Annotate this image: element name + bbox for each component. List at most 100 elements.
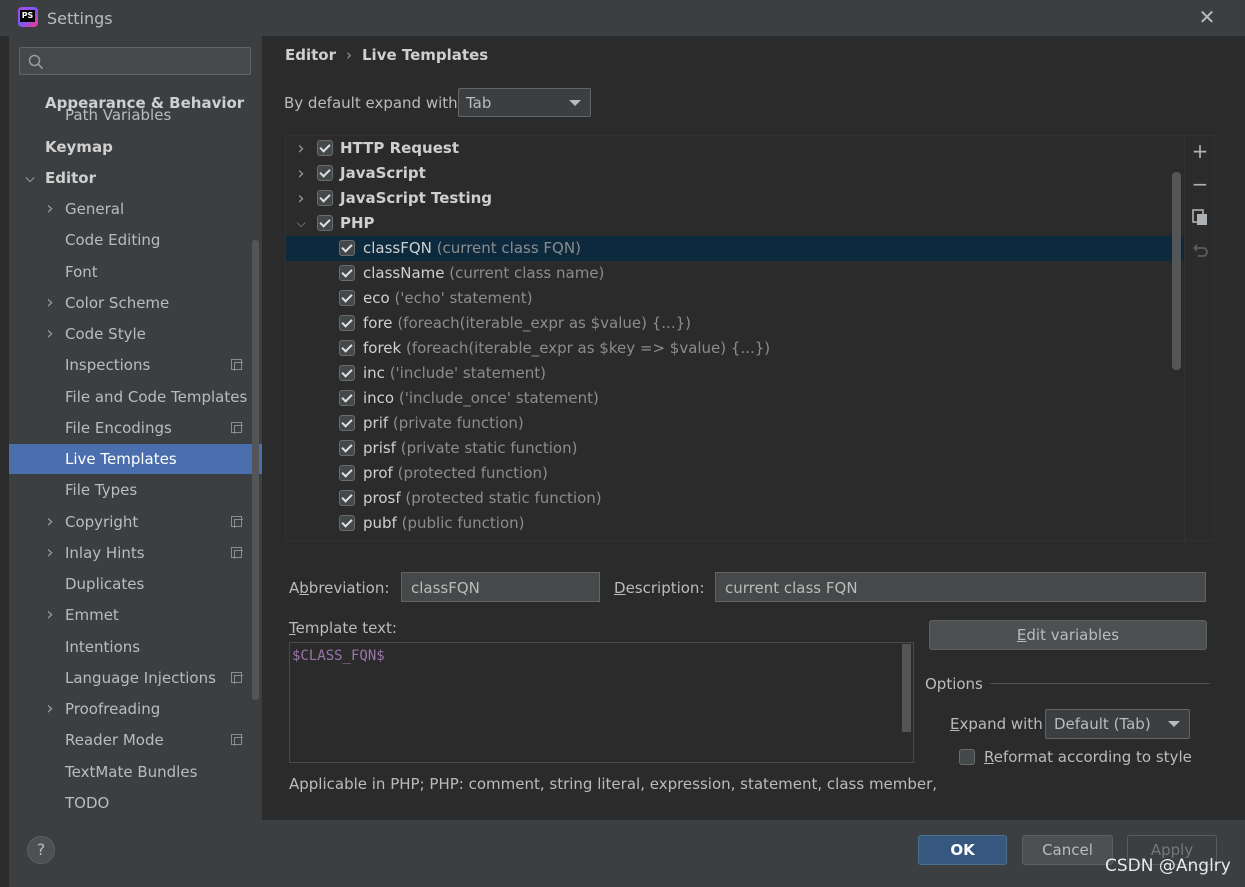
chevron-right-icon[interactable]: › — [43, 288, 57, 318]
add-icon[interactable]: + — [1190, 141, 1210, 161]
template-checkbox[interactable] — [339, 415, 355, 431]
template-checkbox[interactable] — [339, 540, 355, 541]
sidebar-item[interactable]: Code Editing — [9, 225, 262, 255]
help-button[interactable]: ? — [27, 836, 55, 864]
template-row[interactable]: prisf (private static function) — [286, 436, 1184, 461]
sidebar-item[interactable]: TextMate Bundles — [9, 757, 262, 787]
template-row[interactable]: prif (private function) — [286, 411, 1184, 436]
template-description: (current class FQN) — [436, 239, 581, 257]
sidebar-item-label: TODO — [65, 794, 110, 812]
group-checkbox[interactable] — [317, 215, 333, 231]
sidebar-tree: Appearance & Behavior Path Variables Keyma… — [9, 0, 262, 820]
template-row[interactable]: classFQN (current class FQN) — [286, 236, 1184, 261]
template-row[interactable]: eco ('echo' statement) — [286, 286, 1184, 311]
sidebar-item[interactable]: › Copyright — [9, 507, 262, 537]
sidebar-item-label: Language Injections — [65, 669, 216, 687]
sidebar-item[interactable]: Language Injections — [9, 663, 262, 693]
chevron-right-icon[interactable]: › — [295, 161, 307, 186]
template-checkbox[interactable] — [339, 440, 355, 456]
sidebar-item-label: Proofreading — [65, 700, 161, 718]
sidebar-item-label: Font — [65, 263, 98, 281]
sidebar-item[interactable]: TODO — [9, 788, 262, 818]
sidebar-item[interactable]: Font — [9, 257, 262, 287]
sidebar-item[interactable]: › General — [9, 194, 262, 224]
template-row[interactable]: fore (foreach(iterable_expr as $value) {… — [286, 311, 1184, 336]
sidebar-item[interactable]: ⌵ Editor — [9, 163, 262, 193]
template-checkbox[interactable] — [339, 340, 355, 356]
chevron-right-icon[interactable]: › — [43, 319, 57, 349]
template-checkbox[interactable] — [339, 265, 355, 281]
cancel-button[interactable]: Cancel — [1022, 835, 1113, 865]
group-checkbox[interactable] — [317, 165, 333, 181]
sidebar-item[interactable]: › Inlay Hints — [9, 538, 262, 568]
template-text-scrollbar[interactable] — [902, 644, 911, 732]
template-row[interactable]: forek (foreach(iterable_expr as $key => … — [286, 336, 1184, 361]
template-text-code[interactable]: $CLASS_FQN$ — [292, 648, 385, 664]
default-expand-select[interactable]: Tab — [458, 88, 591, 117]
template-group-row[interactable]: › HTTP Request — [286, 136, 1184, 161]
template-checkbox[interactable] — [339, 290, 355, 306]
sidebar-scrollbar[interactable] — [252, 240, 259, 700]
sidebar-item[interactable]: › Color Scheme — [9, 288, 262, 318]
template-checkbox[interactable] — [339, 490, 355, 506]
chevron-right-icon[interactable]: › — [43, 507, 57, 537]
sidebar-item[interactable]: Intentions — [9, 632, 262, 662]
template-checkbox[interactable] — [339, 515, 355, 531]
template-group-row[interactable]: ⌵ PHP — [286, 211, 1184, 236]
ok-button[interactable]: OK — [918, 835, 1007, 865]
chevron-right-icon[interactable]: › — [43, 600, 57, 630]
group-checkbox[interactable] — [317, 190, 333, 206]
undo-icon[interactable] — [1190, 240, 1210, 260]
chevron-right-icon[interactable]: › — [43, 538, 57, 568]
sidebar-item[interactable]: Reader Mode — [9, 725, 262, 755]
group-checkbox[interactable] — [317, 140, 333, 156]
template-description: (foreach(iterable_expr as $key => $value… — [406, 339, 771, 357]
sidebar-item[interactable]: › Code Style — [9, 319, 262, 349]
abbreviation-input[interactable] — [409, 578, 591, 598]
template-group-row[interactable]: › JavaScript Testing — [286, 186, 1184, 211]
template-row[interactable] — [286, 536, 1184, 541]
template-row[interactable]: className (current class name) — [286, 261, 1184, 286]
breadcrumb-parent[interactable]: Editor — [285, 46, 336, 64]
chevron-right-icon[interactable]: › — [295, 186, 307, 211]
template-checkbox[interactable] — [339, 465, 355, 481]
sidebar-item-label: Keymap — [45, 138, 113, 156]
expand-with-select[interactable]: Default (Tab) — [1045, 709, 1190, 739]
template-row[interactable]: prof (protected function) — [286, 461, 1184, 486]
sidebar-item[interactable]: Keymap — [9, 132, 262, 162]
template-checkbox[interactable] — [339, 240, 355, 256]
sidebar-item[interactable]: File Encodings — [9, 413, 262, 443]
sidebar-item-label: Intentions — [65, 638, 141, 656]
sidebar-item[interactable]: Duplicates — [9, 569, 262, 599]
abbreviation-field[interactable] — [401, 572, 600, 602]
sidebar-item[interactable]: File Types — [9, 475, 262, 505]
remove-icon[interactable]: − — [1190, 174, 1210, 194]
sidebar-item[interactable]: File and Code Templates — [9, 382, 262, 412]
chevron-right-icon[interactable]: › — [43, 194, 57, 224]
template-checkbox[interactable] — [339, 315, 355, 331]
reformat-checkbox[interactable] — [959, 749, 975, 765]
default-expand-label: By default expand with — [284, 94, 458, 112]
template-row[interactable]: pubf (public function) — [286, 511, 1184, 536]
description-field[interactable] — [715, 572, 1206, 602]
close-icon[interactable]: ✕ — [1196, 6, 1218, 28]
chevron-down-icon[interactable]: ⌵ — [23, 163, 37, 193]
copy-icon[interactable] — [1190, 207, 1210, 227]
sidebar-item[interactable]: › Proofreading — [9, 694, 262, 724]
edit-variables-button[interactable]: Edit variables — [929, 620, 1207, 650]
template-checkbox[interactable] — [339, 390, 355, 406]
sidebar-item[interactable]: Inspections — [9, 350, 262, 380]
sidebar-item[interactable]: Appearance & Behavior — [9, 87, 262, 112]
sidebar-item[interactable]: › Emmet — [9, 600, 262, 630]
sidebar-item[interactable]: Live Templates — [9, 444, 262, 474]
chevron-right-icon[interactable]: › — [295, 136, 307, 161]
chevron-down-icon[interactable]: ⌵ — [295, 211, 307, 236]
template-row[interactable]: prosf (protected static function) — [286, 486, 1184, 511]
chevron-right-icon[interactable]: › — [43, 694, 57, 724]
template-checkbox[interactable] — [339, 365, 355, 381]
description-input[interactable] — [723, 578, 1168, 598]
template-row[interactable]: inc ('include' statement) — [286, 361, 1184, 386]
tree-scrollbar[interactable] — [1172, 172, 1181, 370]
template-row[interactable]: inco ('include_once' statement) — [286, 386, 1184, 411]
template-group-row[interactable]: › JavaScript — [286, 161, 1184, 186]
